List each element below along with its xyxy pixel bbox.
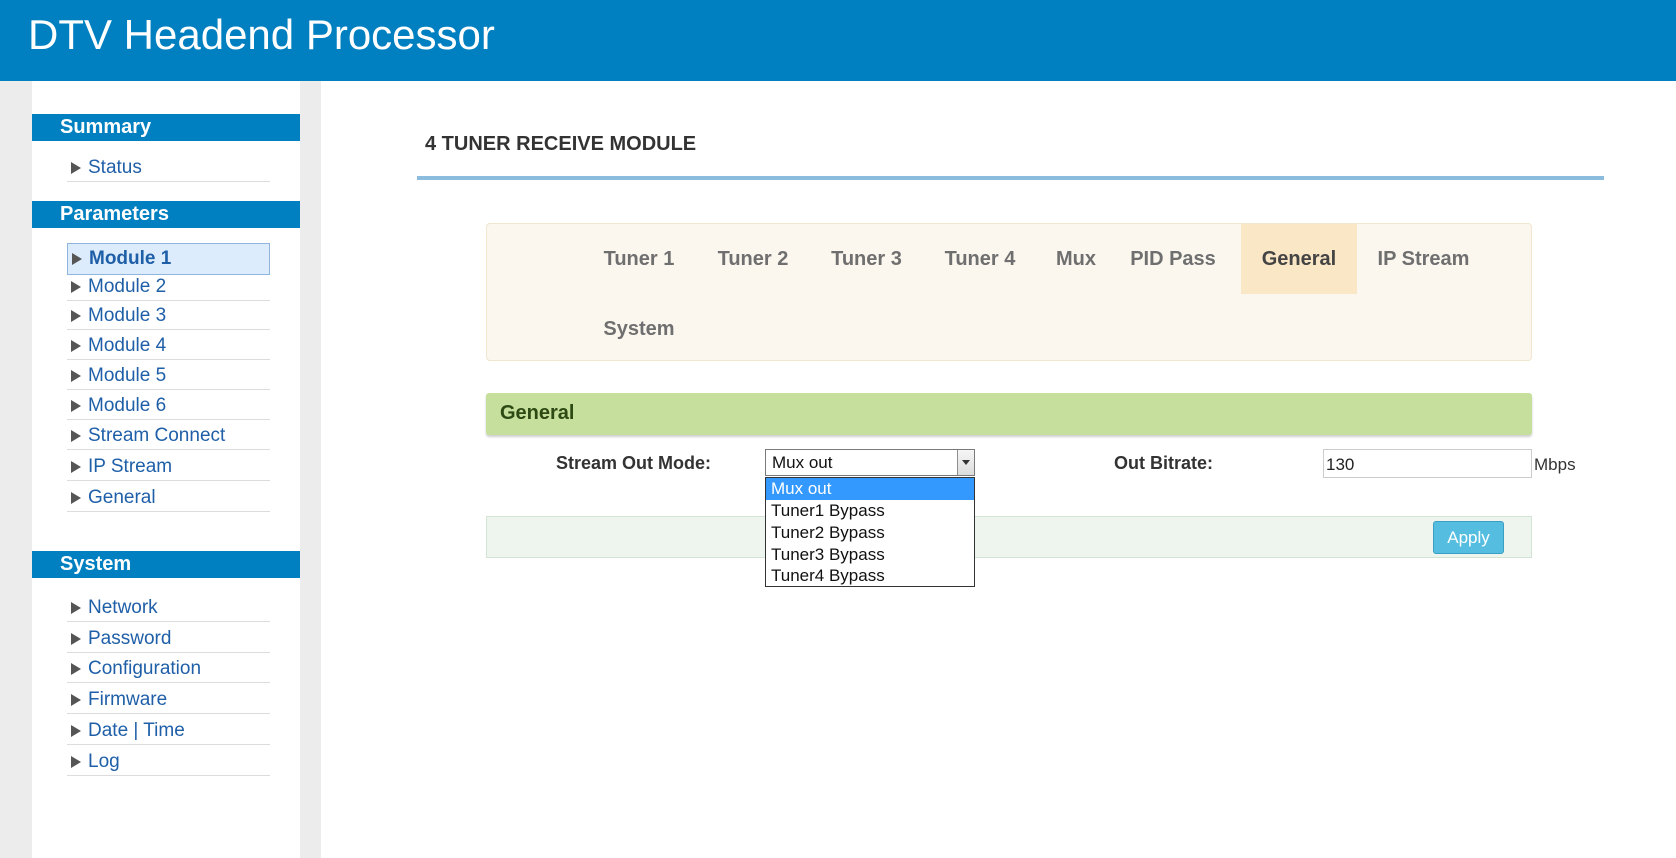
section-header-general: General <box>486 393 1532 435</box>
section-title: General <box>500 402 575 424</box>
dropdown-option-mux-out[interactable]: Mux out <box>766 478 974 500</box>
triangle-right-icon <box>71 461 81 473</box>
sidebar-section-parameters: Parameters <box>32 201 300 228</box>
triangle-right-icon <box>71 400 81 412</box>
sidebar-item-module-2[interactable]: Module 2 <box>67 272 270 301</box>
tab-tuner-2[interactable]: Tuner 2 <box>696 224 810 294</box>
dropdown-option-tuner3-bypass[interactable]: Tuner3 Bypass <box>766 544 974 566</box>
triangle-right-icon <box>71 725 81 737</box>
title-divider <box>417 176 1604 180</box>
app-title: DTV Headend Processor <box>28 11 495 58</box>
main-content: 4 TUNER RECEIVE MODULE Tuner 1 Tuner 2 T… <box>321 81 1676 858</box>
triangle-right-icon <box>71 370 81 382</box>
sidebar-item-status[interactable]: Status <box>67 153 270 182</box>
sidebar-item-date-time[interactable]: Date | Time <box>67 716 270 745</box>
triangle-right-icon <box>71 663 81 675</box>
apply-button[interactable]: Apply <box>1433 521 1504 554</box>
sidebar-item-module-5[interactable]: Module 5 <box>67 361 270 390</box>
triangle-right-icon <box>71 281 81 293</box>
triangle-right-icon <box>71 162 81 174</box>
tab-system[interactable]: System <box>582 294 696 364</box>
sidebar-item-ip-stream[interactable]: IP Stream <box>67 452 270 481</box>
triangle-right-icon <box>71 310 81 322</box>
triangle-right-icon <box>72 253 82 265</box>
out-bitrate-value: 130 <box>1326 455 1355 474</box>
tab-tuner-4[interactable]: Tuner 4 <box>923 224 1037 294</box>
sidebar-item-module-3[interactable]: Module 3 <box>67 301 270 330</box>
action-bar <box>486 516 1532 558</box>
out-bitrate-unit: Mbps <box>1534 455 1576 474</box>
tab-general[interactable]: General <box>1241 224 1357 294</box>
out-bitrate-label: Out Bitrate: <box>1114 453 1213 473</box>
triangle-right-icon <box>71 340 81 352</box>
sidebar-item-module-6[interactable]: Module 6 <box>67 391 270 420</box>
sidebar-item-module-1[interactable]: Module 1 <box>67 243 270 275</box>
tab-ip-stream[interactable]: IP Stream <box>1357 224 1490 294</box>
tab-tuner-1[interactable]: Tuner 1 <box>582 224 696 294</box>
dropdown-option-tuner4-bypass[interactable]: Tuner4 Bypass <box>766 565 974 587</box>
sidebar-item-configuration[interactable]: Configuration <box>67 654 270 683</box>
sidebar-item-log[interactable]: Log <box>67 747 270 776</box>
app-header: DTV Headend Processor <box>0 0 1676 81</box>
sidebar-item-network[interactable]: Network <box>67 593 270 622</box>
stream-out-mode-dropdown: Mux out Tuner1 Bypass Tuner2 Bypass Tune… <box>765 477 975 587</box>
triangle-right-icon <box>71 602 81 614</box>
sidebar-item-password[interactable]: Password <box>67 624 270 653</box>
dropdown-option-tuner1-bypass[interactable]: Tuner1 Bypass <box>766 500 974 522</box>
sidebar-section-system: System <box>32 551 300 578</box>
triangle-right-icon <box>71 633 81 645</box>
sidebar-item-module-4[interactable]: Module 4 <box>67 331 270 360</box>
sidebar-item-general[interactable]: General <box>67 483 270 512</box>
sidebar-section-summary: Summary <box>32 114 300 141</box>
sidebar-item-firmware[interactable]: Firmware <box>67 685 270 714</box>
tab-tuner-3[interactable]: Tuner 3 <box>810 224 923 294</box>
tab-bar: Tuner 1 Tuner 2 Tuner 3 Tuner 4 Mux PID … <box>486 223 1532 361</box>
dropdown-option-tuner2-bypass[interactable]: Tuner2 Bypass <box>766 522 974 544</box>
tab-mux[interactable]: Mux <box>1037 224 1115 294</box>
stream-out-mode-value: Mux out <box>772 453 833 472</box>
chevron-down-icon[interactable] <box>957 450 974 475</box>
out-bitrate-input[interactable]: 130 <box>1323 449 1532 478</box>
sidebar-item-stream-connect[interactable]: Stream Connect <box>67 421 270 450</box>
stream-out-mode-select[interactable]: Mux out <box>765 449 975 476</box>
tab-pid-pass[interactable]: PID Pass <box>1115 224 1231 294</box>
triangle-right-icon <box>71 430 81 442</box>
stream-out-mode-label: Stream Out Mode: <box>556 453 712 473</box>
page-title: 4 TUNER RECEIVE MODULE <box>425 133 697 155</box>
triangle-right-icon <box>71 492 81 504</box>
sidebar: Summary Status Parameters Module 1 Modul… <box>32 81 300 858</box>
triangle-right-icon <box>71 756 81 768</box>
triangle-right-icon <box>71 694 81 706</box>
